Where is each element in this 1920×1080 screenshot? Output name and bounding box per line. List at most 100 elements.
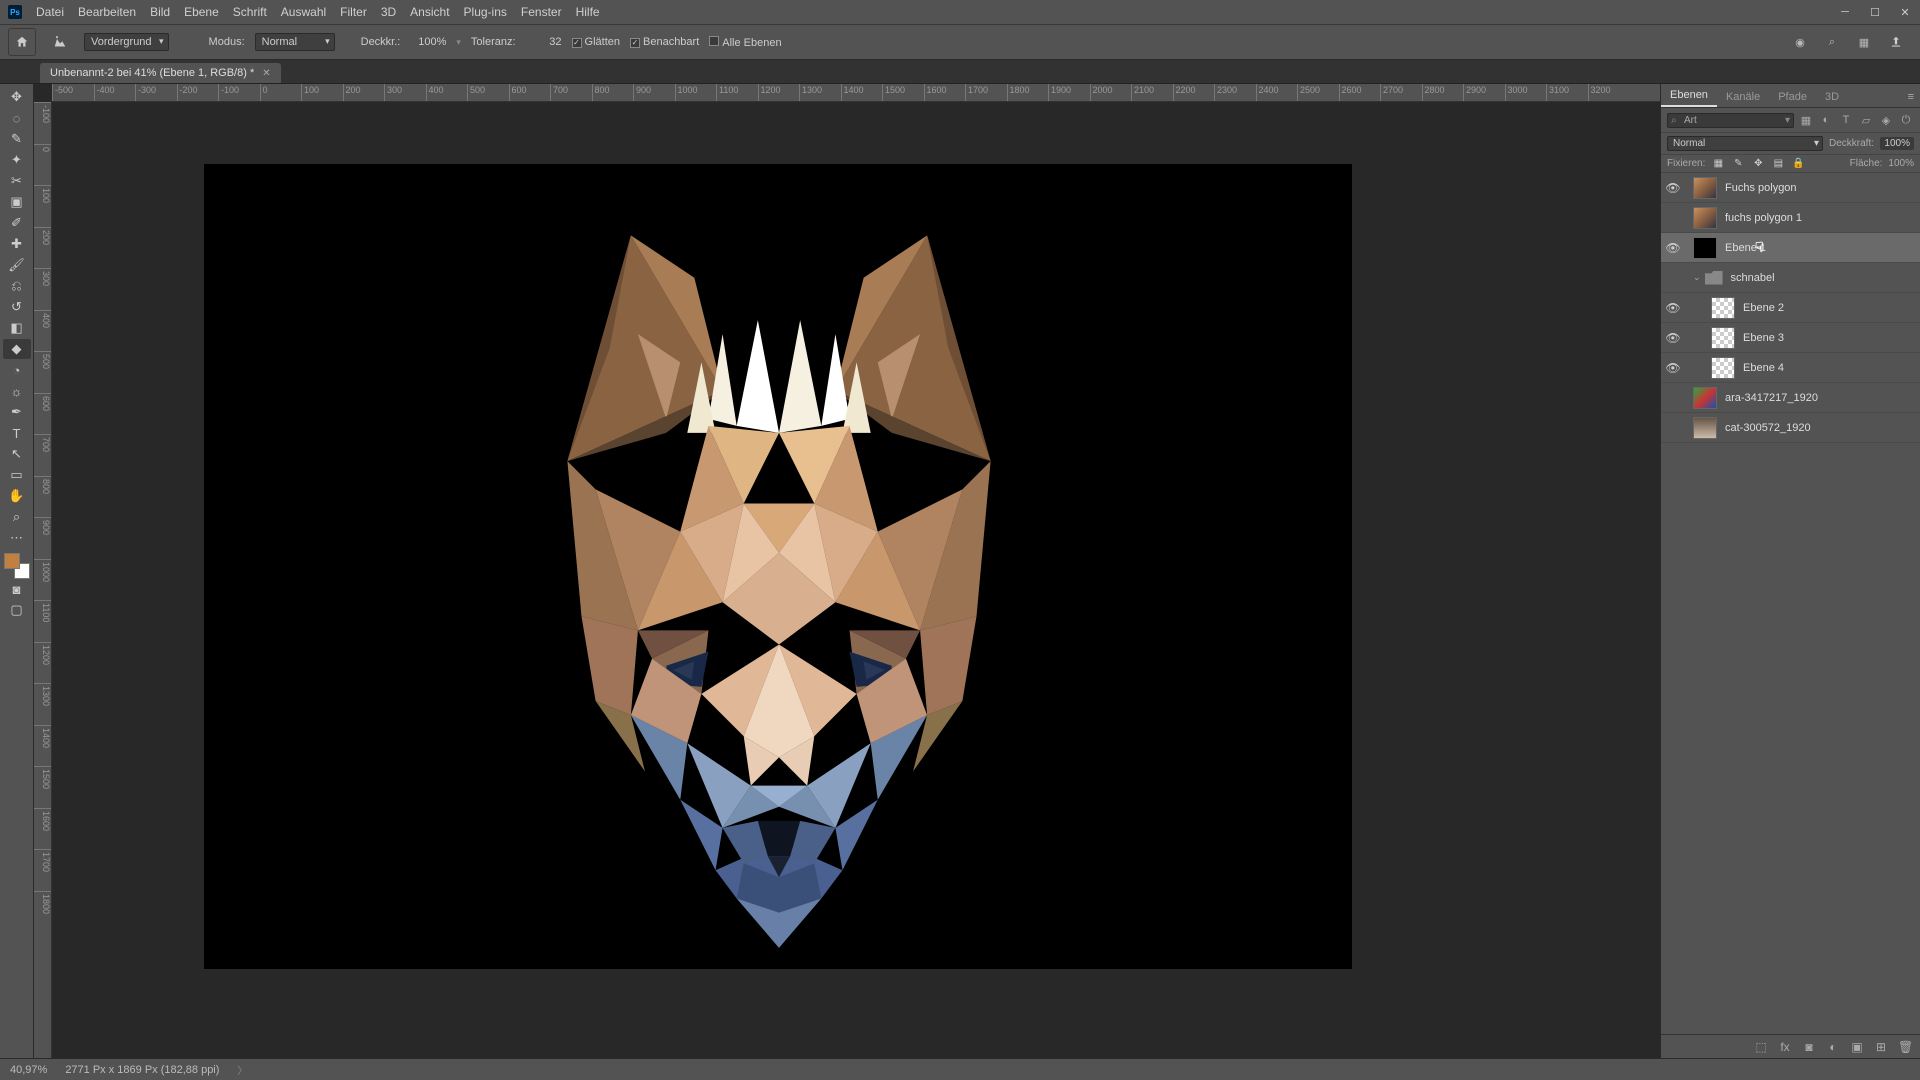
fill-preset-dropdown[interactable]: Vordergrund xyxy=(84,33,169,51)
close-button[interactable]: ✕ xyxy=(1890,0,1920,24)
menu-datei[interactable]: Datei xyxy=(36,5,64,19)
link-layers-icon[interactable]: ⬚ xyxy=(1754,1040,1768,1054)
layer-thumbnail[interactable] xyxy=(1693,237,1717,259)
antialias-checkbox[interactable]: ✓Glätten xyxy=(572,36,620,48)
filter-smart-icon[interactable]: ◈ xyxy=(1878,112,1894,128)
layer-row[interactable]: 👁 Fuchs polygon xyxy=(1661,173,1920,203)
delete-layer-icon[interactable]: 🗑 xyxy=(1898,1040,1912,1054)
visibility-toggle[interactable]: 👁 xyxy=(1661,331,1685,345)
filter-toggle[interactable]: ⏻ xyxy=(1898,112,1914,128)
layer-name[interactable]: Ebene 1 xyxy=(1725,242,1766,254)
hand-tool[interactable]: ✋ xyxy=(3,486,31,506)
layer-name[interactable]: Ebene 4 xyxy=(1743,362,1784,374)
menu-hilfe[interactable]: Hilfe xyxy=(576,5,600,19)
dodge-tool[interactable]: ☼ xyxy=(3,381,31,401)
home-button[interactable] xyxy=(8,28,36,56)
menu-3d[interactable]: 3D xyxy=(381,5,396,19)
layer-row[interactable]: fuchs polygon 1 xyxy=(1661,203,1920,233)
layer-name[interactable]: fuchs polygon 1 xyxy=(1725,212,1802,224)
contiguous-checkbox[interactable]: ✓Benachbart xyxy=(630,36,699,48)
frame-tool[interactable]: ▣ xyxy=(3,192,31,212)
visibility-toggle[interactable]: 👁 xyxy=(1661,301,1685,315)
fx-icon[interactable]: fx xyxy=(1778,1040,1792,1054)
share-icon[interactable] xyxy=(1886,32,1906,52)
eraser-tool[interactable]: ◧ xyxy=(3,318,31,338)
heal-tool[interactable]: ✚ xyxy=(3,234,31,254)
menu-plugins[interactable]: Plug-ins xyxy=(464,5,507,19)
layer-row[interactable]: 👁 Ebene 2 xyxy=(1661,293,1920,323)
layer-name[interactable]: Ebene 3 xyxy=(1743,332,1784,344)
lock-all-icon[interactable]: 🔒 xyxy=(1791,158,1805,169)
visibility-toggle[interactable]: 👁 xyxy=(1661,361,1685,375)
status-chevron[interactable]: 〉 xyxy=(237,1062,247,1077)
filter-image-icon[interactable]: ▦ xyxy=(1798,112,1814,128)
quickmask-tool[interactable]: ◙ xyxy=(3,579,31,599)
close-tab-icon[interactable]: ✕ xyxy=(262,68,270,79)
lock-nest-icon[interactable]: ▤ xyxy=(1771,158,1785,169)
layer-name[interactable]: Ebene 2 xyxy=(1743,302,1784,314)
color-swatches[interactable] xyxy=(4,553,30,579)
lock-trans-icon[interactable]: ▦ xyxy=(1711,158,1725,169)
group-icon[interactable]: ▣ xyxy=(1850,1040,1864,1054)
fill-value[interactable]: 100% xyxy=(1888,158,1914,169)
visibility-toggle[interactable]: 👁 xyxy=(1661,181,1685,195)
workspace-icon[interactable]: ▦ xyxy=(1854,32,1874,52)
mask-icon[interactable]: ◙ xyxy=(1802,1040,1816,1054)
layer-thumbnail[interactable] xyxy=(1693,207,1717,229)
edit-toolbar[interactable]: ⋯ xyxy=(3,528,31,548)
filter-type-icon[interactable]: T xyxy=(1838,112,1854,128)
new-layer-icon[interactable]: ⊞ xyxy=(1874,1040,1888,1054)
layer-thumbnail[interactable] xyxy=(1693,177,1717,199)
layer-name[interactable]: ara-3417217_1920 xyxy=(1725,392,1818,404)
visibility-toggle[interactable]: 👁 xyxy=(1661,241,1685,255)
lock-paint-icon[interactable]: ✎ xyxy=(1731,158,1745,169)
document-canvas[interactable] xyxy=(204,164,1352,969)
panel-menu-icon[interactable]: ≡ xyxy=(1902,87,1920,107)
tab-ebenen[interactable]: Ebenen xyxy=(1661,85,1717,107)
menu-ebene[interactable]: Ebene xyxy=(184,5,219,19)
layer-row[interactable]: 👁Ebene 1☟ xyxy=(1661,233,1920,263)
tab-3d[interactable]: 3D xyxy=(1816,87,1848,107)
menu-bild[interactable]: Bild xyxy=(150,5,170,19)
zoom-tool[interactable]: ⌕ xyxy=(3,507,31,527)
marquee-tool[interactable]: ◌ xyxy=(3,108,31,128)
lasso-tool[interactable]: ✎ xyxy=(3,129,31,149)
stamp-tool[interactable]: ⎌ xyxy=(3,276,31,296)
type-tool[interactable]: T xyxy=(3,423,31,443)
layer-name[interactable]: schnabel xyxy=(1731,272,1775,284)
menu-fenster[interactable]: Fenster xyxy=(521,5,562,19)
layer-row[interactable]: ara-3417217_1920 xyxy=(1661,383,1920,413)
layer-name[interactable]: Fuchs polygon xyxy=(1725,182,1797,194)
layer-filter-dropdown[interactable]: Art xyxy=(1667,113,1794,128)
fg-swatch[interactable] xyxy=(4,553,20,569)
pen-tool[interactable]: ✒ xyxy=(3,402,31,422)
layer-thumbnail[interactable] xyxy=(1711,297,1735,319)
layer-thumbnail[interactable] xyxy=(1711,357,1735,379)
layer-thumbnail[interactable] xyxy=(1693,417,1717,439)
layer-opacity-value[interactable]: 100% xyxy=(1880,137,1914,150)
minimize-button[interactable]: ─ xyxy=(1830,0,1860,24)
status-zoom[interactable]: 40,97% xyxy=(10,1064,47,1076)
blend-mode-dropdown[interactable]: Normal xyxy=(255,33,335,51)
eyedropper-tool[interactable]: ✐ xyxy=(3,213,31,233)
layer-row[interactable]: 👁 Ebene 4 xyxy=(1661,353,1920,383)
all-layers-checkbox[interactable]: Alle Ebenen xyxy=(709,36,781,49)
menu-schrift[interactable]: Schrift xyxy=(233,5,267,19)
search-icon[interactable]: ⌕ xyxy=(1822,32,1842,52)
layer-row[interactable]: ⌄ schnabel xyxy=(1661,263,1920,293)
layer-row[interactable]: cat-300572_1920 xyxy=(1661,413,1920,443)
filter-adjust-icon[interactable]: ◐ xyxy=(1818,112,1834,128)
tolerance-value[interactable]: 32 xyxy=(526,36,562,48)
maximize-button[interactable]: ☐ xyxy=(1860,0,1890,24)
layer-blend-mode[interactable]: Normal xyxy=(1667,136,1823,151)
document-tab[interactable]: Unbenannt-2 bei 41% (Ebene 1, RGB/8) * ✕ xyxy=(40,63,281,83)
menu-filter[interactable]: Filter xyxy=(340,5,367,19)
tab-pfade[interactable]: Pfade xyxy=(1769,87,1816,107)
wand-tool[interactable]: ✦ xyxy=(3,150,31,170)
tab-kanaele[interactable]: Kanäle xyxy=(1717,87,1769,107)
cloud-sync-icon[interactable]: ◉ xyxy=(1790,32,1810,52)
folder-toggle[interactable]: ⌄ xyxy=(1693,272,1701,283)
path-select-tool[interactable]: ↖ xyxy=(3,444,31,464)
history-brush-tool[interactable]: ↺ xyxy=(3,297,31,317)
crop-tool[interactable]: ✂ xyxy=(3,171,31,191)
